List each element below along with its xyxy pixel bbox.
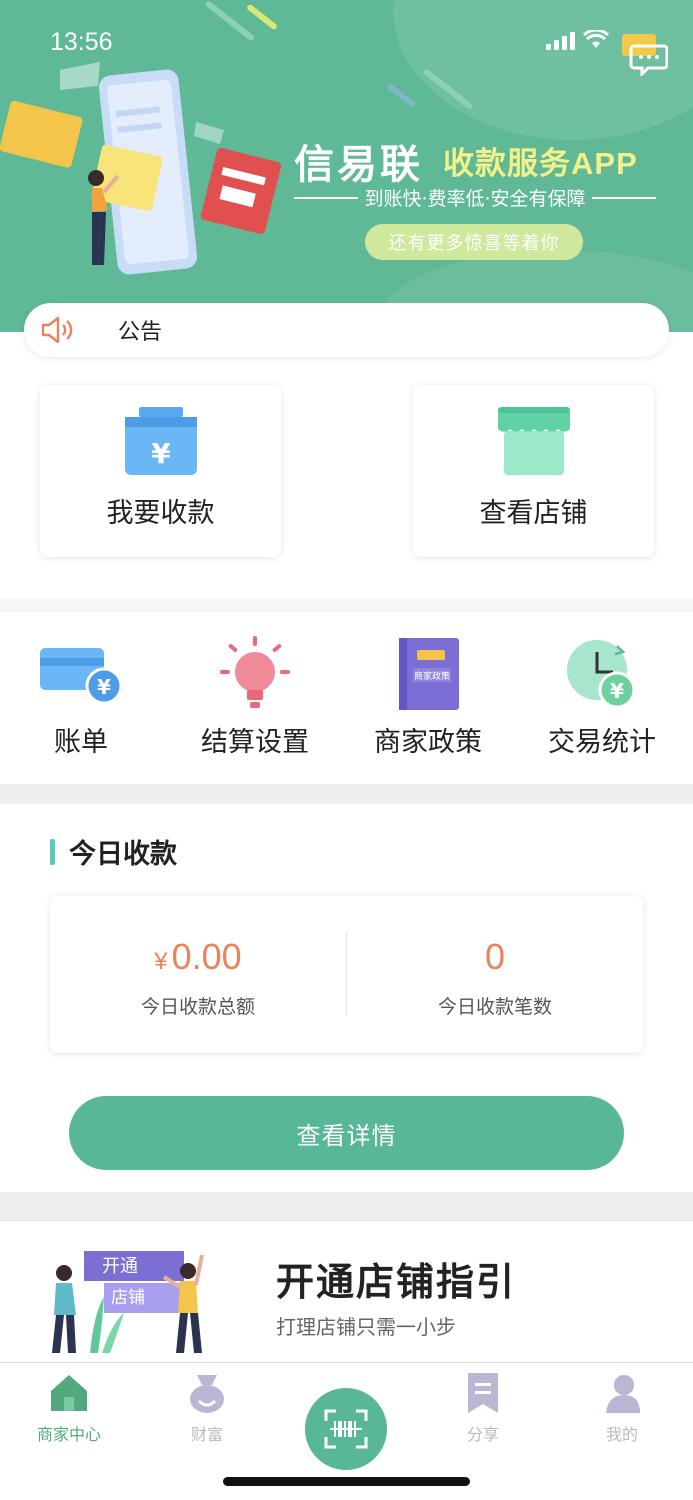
bookmark-icon [468, 1373, 498, 1413]
policy-book-icon: 商家政策 [399, 638, 459, 710]
section-divider [0, 598, 693, 612]
menu-label-statistics: 交易统计 [548, 727, 656, 758]
feature-menu: ¥ 账单 结算设置 商家政策 商家政策 ¥ 交易统计 [0, 612, 693, 784]
tagline-dash [294, 196, 359, 199]
tab-mine[interactable]: 我的 [567, 1371, 677, 1445]
menu-item-bill[interactable]: ¥ 账单 [6, 634, 156, 759]
banner-promo-pill[interactable]: 还有更多惊喜等着你 [365, 224, 583, 260]
svg-text:开通: 开通 [102, 1256, 138, 1277]
svg-text:¥: ¥ [97, 675, 111, 699]
menu-item-policy[interactable]: 商家政策 商家政策 [353, 634, 503, 759]
tab-label-wealth: 财富 [190, 1425, 223, 1444]
today-heading: 今日收款 [50, 832, 177, 871]
tab-label-share: 分享 [466, 1425, 499, 1444]
currency-symbol: ¥ [154, 948, 168, 975]
today-amount-stat: ¥0.00 今日收款总额 [50, 936, 346, 1019]
receive-payment-card[interactable]: ¥ 我要收款 [40, 385, 281, 557]
tab-wealth[interactable]: 财富 [152, 1371, 262, 1445]
today-heading-text: 今日收款 [69, 839, 177, 870]
cellular-signal-icon [546, 32, 575, 50]
section-divider [0, 784, 693, 804]
home-icon [51, 1375, 87, 1411]
guide-illustration: 开通 店铺 [52, 1251, 204, 1353]
tagline-dash [591, 196, 656, 199]
tab-label-mine: 我的 [605, 1425, 638, 1444]
card-yen-icon: ¥ [40, 648, 123, 705]
tagline-text: 到账快·费率低·安全有保障 [364, 188, 586, 210]
view-details-button[interactable]: 查看详情 [69, 1096, 624, 1170]
today-amount-label: 今日收款总额 [140, 996, 255, 1018]
svg-text:商家政策: 商家政策 [414, 670, 450, 682]
banner-illustration [0, 62, 282, 275]
lightbulb-icon [220, 636, 290, 708]
tab-share[interactable]: 分享 [428, 1371, 538, 1445]
view-store-label: 查看店铺 [479, 498, 588, 529]
storefront-icon [497, 407, 570, 475]
menu-item-settlement[interactable]: 结算设置 [180, 634, 330, 759]
guide-subtitle: 打理店铺只需一小步 [276, 1315, 456, 1339]
banner-streak [245, 3, 279, 31]
speaker-icon [41, 316, 73, 344]
status-time: 13:56 [50, 28, 113, 56]
svg-text:店铺: 店铺 [111, 1288, 145, 1308]
message-icon[interactable] [620, 32, 668, 76]
announcement-bar[interactable]: 公告 [24, 303, 669, 357]
user-icon [606, 1375, 640, 1413]
today-count-value: 0 [484, 936, 506, 977]
wifi-icon [583, 30, 609, 48]
hero-banner[interactable]: 13:56 信易联 收款服务APP 到账快·费率低·安全有保障 还有更多惊喜等着… [0, 0, 693, 332]
scan-button[interactable] [305, 1388, 387, 1470]
today-count-stat: 0 今日收款笔数 [347, 936, 643, 1019]
receive-payment-label: 我要收款 [106, 498, 215, 529]
banner-title: 信易联 [294, 143, 423, 187]
amount-number: 0.00 [171, 936, 242, 977]
scan-barcode-icon [324, 1409, 368, 1449]
banner-tagline: 到账快·费率低·安全有保障 [294, 184, 656, 211]
svg-text:¥: ¥ [151, 437, 171, 470]
banner-streak [385, 82, 417, 108]
heading-accent-bar [50, 838, 55, 865]
view-store-card[interactable]: 查看店铺 [413, 385, 654, 557]
announcement-label: 公告 [118, 320, 163, 345]
tab-merchant-center[interactable]: 商家中心 [14, 1371, 124, 1445]
menu-label-policy: 商家政策 [374, 727, 482, 758]
today-stats-card: ¥0.00 今日收款总额 0 今日收款笔数 [50, 896, 643, 1053]
store-guide-banner[interactable]: 开通 店铺 开通店铺指引 打理店铺只需一小步 [0, 1220, 693, 1362]
banner-title-highlight: 收款服务APP [443, 146, 638, 181]
today-count-label: 今日收款笔数 [437, 996, 552, 1018]
money-bag-icon [190, 1375, 224, 1413]
home-indicator [223, 1477, 470, 1486]
menu-label-settlement: 结算设置 [201, 727, 309, 758]
status-indicators [546, 30, 609, 50]
menu-label-bill: 账单 [54, 727, 108, 758]
menu-item-statistics[interactable]: ¥ 交易统计 [527, 634, 677, 759]
svg-text:¥: ¥ [610, 679, 624, 703]
today-amount-value: ¥0.00 [154, 936, 241, 978]
tab-label-merchant-center: 商家中心 [36, 1425, 101, 1444]
section-divider [0, 1192, 693, 1220]
wallet-yen-icon: ¥ [124, 407, 197, 475]
clock-yen-icon: ¥ [567, 640, 636, 709]
guide-title: 开通店铺指引 [276, 1260, 517, 1304]
